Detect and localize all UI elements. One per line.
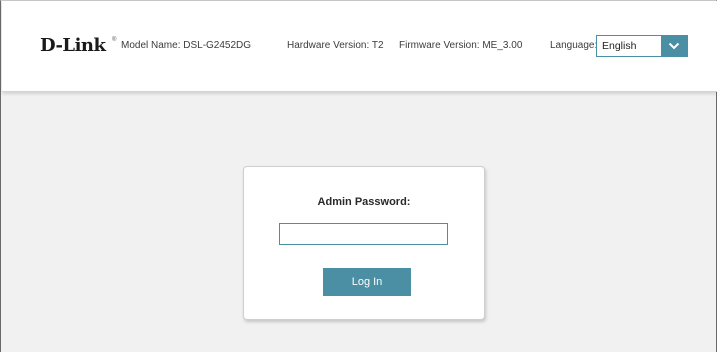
dlink-logo: D-Link xyxy=(40,35,106,56)
login-button[interactable]: Log In xyxy=(323,268,411,296)
page-frame: D-Link ® Model Name: DSL-G2452DG Hardwar… xyxy=(0,0,717,352)
model-name-text: Model Name: DSL-G2452DG xyxy=(121,40,252,51)
admin-password-label: Admin Password: xyxy=(317,196,411,208)
header-bar: D-Link ® Model Name: DSL-G2452DG Hardwar… xyxy=(2,1,717,92)
firmware-version-text: Firmware Version: ME_3.00 xyxy=(399,40,523,51)
language-dropdown-button[interactable] xyxy=(661,36,687,56)
language-select[interactable]: English xyxy=(596,35,688,57)
login-panel: Admin Password: Log In xyxy=(243,166,485,320)
language-label: Language: xyxy=(550,40,598,51)
chevron-down-icon xyxy=(668,42,680,50)
trademark-symbol: ® xyxy=(112,37,117,43)
language-selected-value: English xyxy=(602,40,637,52)
admin-password-input[interactable] xyxy=(279,223,448,245)
hardware-version-text: Hardware Version: T2 xyxy=(287,40,384,51)
